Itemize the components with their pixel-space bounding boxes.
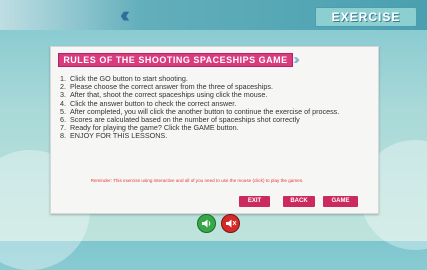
game-button[interactable]: GAME xyxy=(323,196,358,207)
reminder-text: Reminder: This exercise using interactiv… xyxy=(90,178,304,183)
top-bar: ‹‹‹ EXERCISE xyxy=(0,0,427,30)
sound-on-button[interactable] xyxy=(197,214,216,233)
rule-item: 8. ENJOY FOR THIS LESSONS. xyxy=(60,132,370,140)
back-button[interactable]: BACK xyxy=(283,196,315,207)
sound-off-button[interactable] xyxy=(221,214,240,233)
rules-list: 1. Click the GO button to start shooting.… xyxy=(60,74,370,141)
chevron-right-icon: ››› xyxy=(293,51,300,68)
rule-text: ENJOY FOR THIS LESSONS. xyxy=(70,131,168,141)
rules-panel: RULES OF THE SHOOTING SPACESHIPS GAME ››… xyxy=(50,46,379,214)
exercise-title: EXERCISE xyxy=(315,7,417,27)
rules-title: RULES OF THE SHOOTING SPACESHIPS GAME xyxy=(58,53,293,67)
exit-button[interactable]: EXIT xyxy=(239,196,270,207)
speaker-off-icon xyxy=(221,214,240,233)
top-bar-highlight xyxy=(0,0,140,30)
chevron-left-icon: ‹‹‹ xyxy=(120,2,130,27)
rule-number: 8. xyxy=(60,131,66,141)
speaker-on-icon xyxy=(197,214,216,233)
